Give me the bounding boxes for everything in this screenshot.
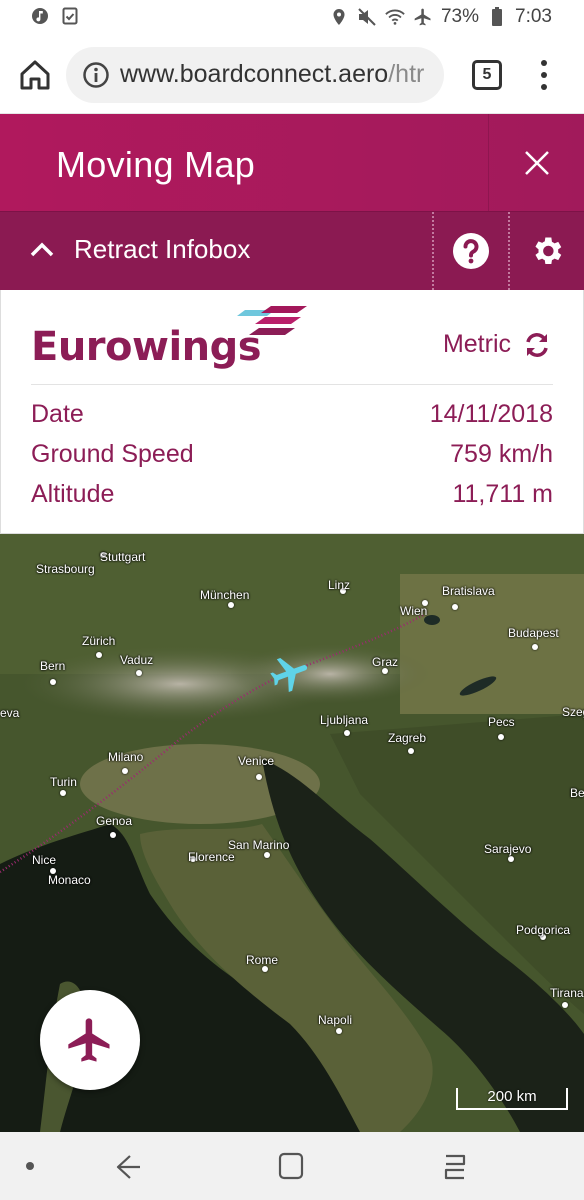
info-value: 14/11/2018 bbox=[429, 400, 553, 428]
chevron-up-icon bbox=[30, 242, 54, 257]
map-label-monaco: Monaco bbox=[48, 873, 91, 887]
map-label-milano: Milano bbox=[108, 750, 144, 764]
system-nav-bar bbox=[0, 1132, 584, 1200]
map-label-venice: Venice bbox=[238, 754, 275, 768]
info-row-date: Date 14/11/2018 bbox=[31, 400, 553, 436]
map-label-napoli: Napoli bbox=[318, 1013, 353, 1027]
map-label-tirana: Tirana bbox=[550, 986, 584, 1000]
refresh-icon bbox=[526, 332, 548, 357]
url-path: /htr bbox=[388, 60, 425, 88]
infobox-controls: Retract Infobox bbox=[0, 212, 584, 290]
settings-button[interactable] bbox=[508, 212, 584, 290]
map-label-vaduz: Vaduz bbox=[120, 653, 154, 667]
map-label-strasbourg: Strasbourg bbox=[36, 562, 95, 576]
info-row-ground-speed: Ground Speed 759 km/h bbox=[31, 440, 553, 476]
map-label-zagreb: Zagreb bbox=[388, 731, 427, 745]
browser-toolbar: www.boardconnect.aero/htr 5 bbox=[0, 36, 584, 114]
address-bar[interactable]: www.boardconnect.aero/htr bbox=[66, 47, 444, 103]
battery-icon bbox=[487, 7, 507, 27]
close-icon bbox=[524, 150, 549, 175]
map-label-linz: Linz bbox=[328, 578, 351, 592]
info-label: Altitude bbox=[31, 480, 115, 508]
map-label-bratislava: Bratislava bbox=[442, 584, 495, 598]
info-label: Ground Speed bbox=[31, 440, 194, 468]
map-label-budapest: Budapest bbox=[508, 626, 559, 640]
page-title: Moving Map bbox=[56, 144, 256, 185]
info-value: 11,711 m bbox=[452, 480, 553, 508]
map-label-stuttgart: Stuttgart bbox=[100, 550, 146, 564]
info-label: Date bbox=[31, 400, 84, 428]
home-nav-button[interactable] bbox=[278, 1152, 304, 1180]
status-bar: 73% 7:03 bbox=[0, 0, 584, 36]
map-label-ljubljana: Ljubljana bbox=[320, 713, 369, 727]
map-label-genoa: Genoa bbox=[96, 814, 133, 828]
flight-infobox: Eurowings Metric Date 14/11/2018 Ground … bbox=[0, 290, 584, 534]
wifi-icon bbox=[385, 7, 405, 27]
map-label-munchen: München bbox=[200, 588, 250, 602]
infobox-divider bbox=[31, 384, 553, 385]
airplane-mode-icon bbox=[413, 7, 433, 27]
aircraft-position-icon bbox=[270, 658, 308, 693]
recent-apps-button[interactable] bbox=[440, 1152, 470, 1182]
units-toggle-button[interactable]: Metric bbox=[443, 330, 551, 359]
app-header: Moving Map bbox=[0, 114, 584, 212]
info-row-altitude: Altitude 11,711 m bbox=[31, 480, 553, 516]
map-label-belgrade: Be bbox=[570, 786, 584, 800]
home-button[interactable] bbox=[18, 58, 52, 92]
airplane-icon bbox=[68, 1018, 110, 1062]
map-label-podgorica: Podgorica bbox=[516, 923, 571, 937]
map-label-nice: Nice bbox=[32, 853, 57, 867]
overflow-menu-button[interactable] bbox=[530, 60, 558, 90]
map-label-wien: Wien bbox=[400, 604, 428, 618]
center-on-aircraft-button[interactable] bbox=[40, 990, 140, 1090]
clock: 7:03 bbox=[515, 6, 552, 27]
map-label-graz: Graz bbox=[372, 655, 399, 669]
battery-percent: 73% bbox=[440, 6, 480, 27]
brand-name: Eurowings bbox=[31, 324, 262, 370]
map-label-bern: Bern bbox=[40, 659, 66, 673]
map-label-szeged: Szeg bbox=[562, 705, 584, 719]
map-scale: 200 km bbox=[456, 1088, 568, 1110]
brand-mark-icon bbox=[237, 306, 307, 335]
map-label-turin: Turin bbox=[50, 775, 77, 789]
map-label-florence: Florence bbox=[188, 850, 235, 864]
gear-icon bbox=[535, 237, 562, 265]
map-label-san-marino: San Marino bbox=[228, 838, 290, 852]
retract-infobox-button[interactable]: Retract Infobox bbox=[0, 212, 432, 290]
units-label: Metric bbox=[442, 330, 511, 358]
home-icon bbox=[20, 60, 50, 90]
music-notification-icon bbox=[30, 6, 50, 26]
help-button[interactable] bbox=[432, 212, 508, 290]
moving-map[interactable]: Stuttgart Strasbourg München Linz Bratis… bbox=[0, 534, 584, 1132]
info-value: 759 km/h bbox=[450, 440, 553, 468]
nav-indicator-dot bbox=[26, 1162, 34, 1170]
mute-icon bbox=[357, 7, 377, 27]
back-button[interactable] bbox=[112, 1152, 142, 1182]
eurowings-logo: Eurowings bbox=[31, 304, 311, 380]
help-icon bbox=[453, 233, 489, 269]
tab-switcher-button[interactable]: 5 bbox=[472, 60, 502, 90]
url-text: www.boardconnect.aero/htr bbox=[120, 60, 424, 89]
info-icon[interactable] bbox=[82, 61, 110, 89]
map-label-rome: Rome bbox=[246, 953, 279, 967]
close-button[interactable] bbox=[488, 114, 584, 211]
map-label-zurich: Zürich bbox=[82, 634, 116, 648]
location-icon bbox=[329, 7, 349, 27]
map-label-geneva: eva bbox=[0, 706, 20, 720]
map-label-pecs: Pecs bbox=[488, 715, 515, 729]
map-label-sarajevo: Sarajevo bbox=[484, 842, 532, 856]
retract-infobox-label: Retract Infobox bbox=[74, 234, 251, 264]
url-domain: www.boardconnect.aero bbox=[120, 60, 389, 88]
task-notification-icon bbox=[60, 6, 80, 26]
